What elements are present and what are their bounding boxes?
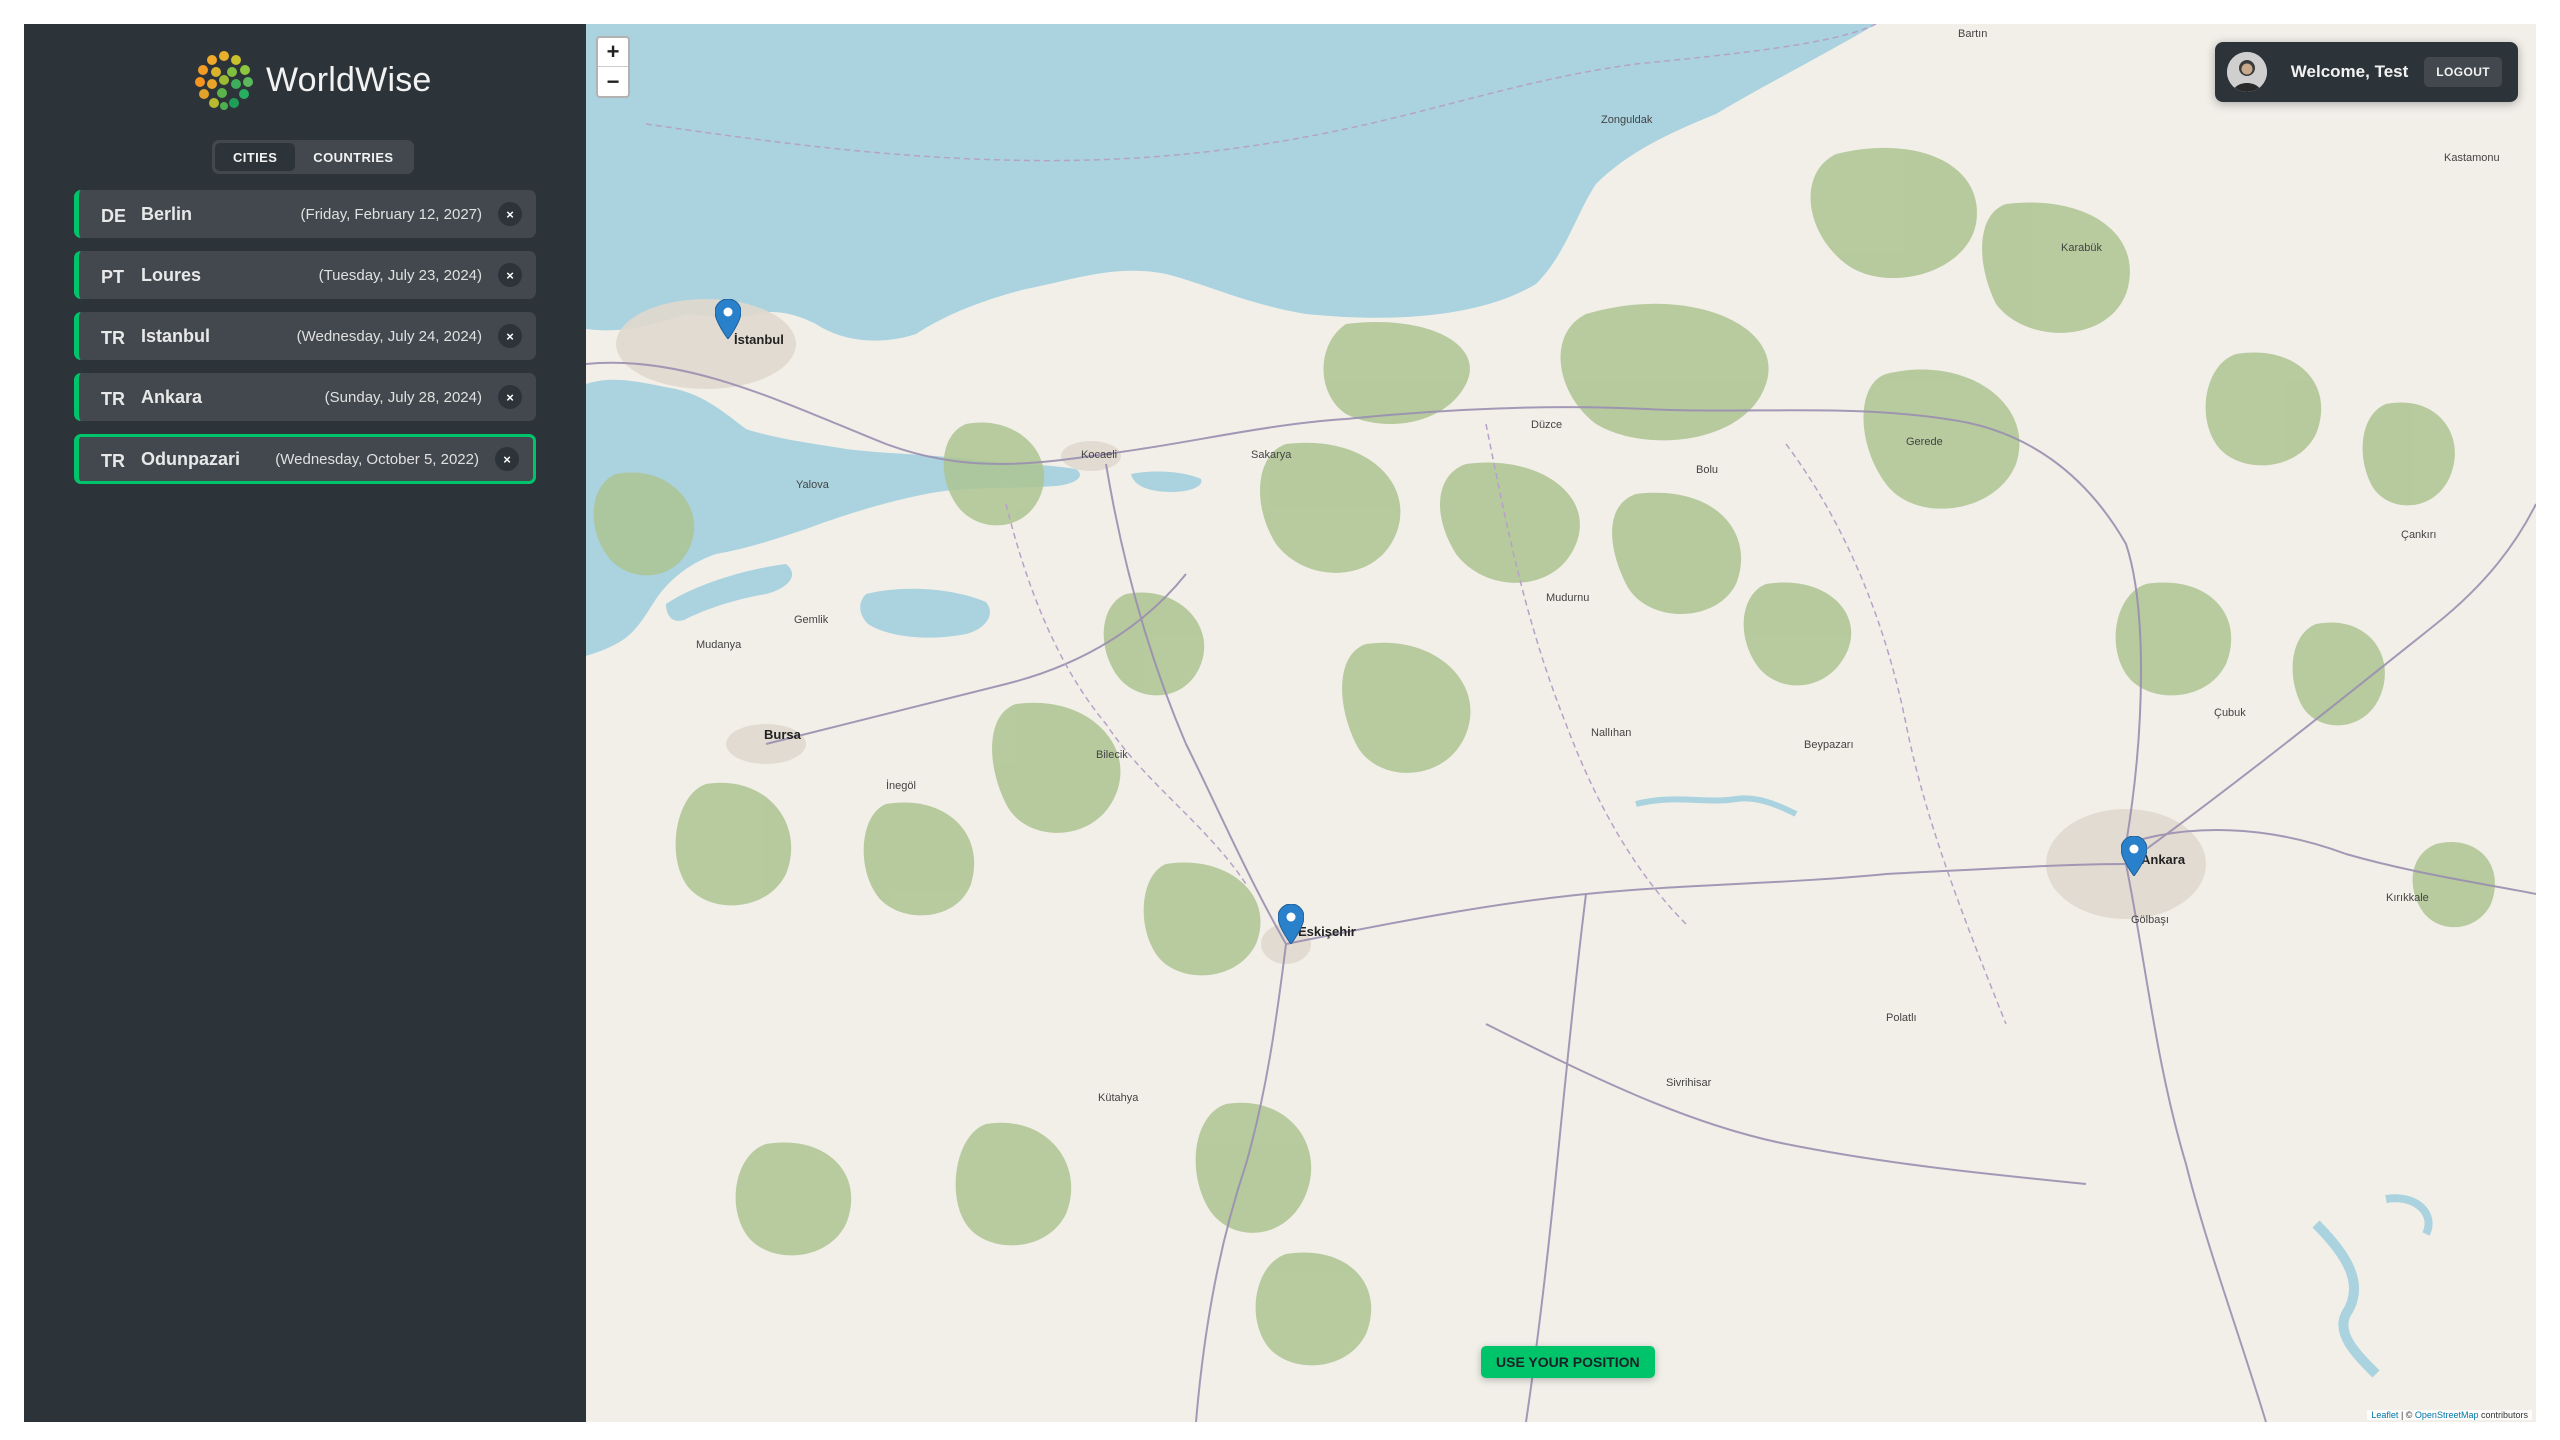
place-label: Gerede [1906, 436, 1943, 448]
zoom-control: + − [596, 36, 630, 98]
map-tiles[interactable] [586, 24, 2536, 1422]
place-label: Kastamonu [2444, 152, 2500, 164]
place-label: Yalova [796, 479, 829, 491]
city-item-odunpazari[interactable]: TR Odunpazari (Wednesday, October 5, 202… [74, 434, 536, 484]
map-pin-icon[interactable] [1278, 904, 1304, 944]
zoom-out-button[interactable]: − [598, 67, 628, 96]
delete-city-button[interactable]: × [498, 385, 522, 409]
city-item-istanbul[interactable]: TR Istanbul (Wednesday, July 24, 2024) × [74, 312, 536, 360]
logout-button[interactable]: LOGOUT [2424, 57, 2502, 87]
user-panel: Welcome, Test LOGOUT [2214, 42, 2518, 102]
tab-cities[interactable]: CITIES [215, 143, 296, 171]
place-label: Kırıkkale [2386, 892, 2429, 904]
visit-date: (Wednesday, July 24, 2024) [296, 327, 482, 345]
attribution-separator: | © [2398, 1410, 2415, 1420]
city-name: Istanbul [141, 325, 211, 346]
place-label: Sakarya [1251, 449, 1292, 461]
leaflet-link[interactable]: Leaflet [2371, 1410, 2398, 1420]
place-label: Mudurnu [1546, 592, 1590, 604]
attribution-tail: contributors [2478, 1410, 2528, 1420]
place-label: İstanbul [734, 332, 784, 347]
place-label: Bolu [1696, 464, 1719, 476]
place-label: Mudanya [696, 639, 742, 651]
country-code: TR [101, 327, 125, 348]
delete-city-button[interactable]: × [498, 263, 522, 287]
use-position-button[interactable]: USE YOUR POSITION [1481, 1346, 1655, 1378]
place-label: Karabük [2061, 242, 2102, 254]
place-label: Nallıhan [1591, 727, 1632, 739]
map-pin-icon[interactable] [715, 299, 741, 339]
zoom-in-button[interactable]: + [598, 38, 628, 67]
city-item-berlin[interactable]: DE Berlin (Friday, February 12, 2027) × [74, 190, 536, 238]
place-label: Çankırı [2401, 529, 2437, 541]
avatar-image [2226, 52, 2267, 92]
delete-city-button[interactable]: × [495, 447, 519, 471]
app-name: WorldWise [266, 60, 432, 99]
visit-date: (Tuesday, July 23, 2024) [318, 266, 482, 284]
visit-date: (Friday, February 12, 2027) [300, 205, 482, 223]
sidebar: WorldWise CITIES COUNTRIES DE Berlin (Fr… [24, 24, 586, 1422]
place-label: Bartın [1958, 28, 1988, 40]
city-name: Loures [141, 264, 202, 285]
place-label: Kocaeli [1081, 449, 1118, 461]
map-attribution: Leaflet | © OpenStreetMap contributors [2367, 1410, 2532, 1420]
place-label: Gemlik [794, 614, 829, 626]
delete-city-button[interactable]: × [498, 202, 522, 226]
map-container[interactable]: İstanbul Bursa Eskişehir Ankara Kocaeli … [586, 24, 2536, 1422]
delete-city-button[interactable]: × [498, 324, 522, 348]
place-label: Beypazarı [1804, 739, 1854, 751]
country-code: PT [101, 266, 125, 287]
user-avatar [2226, 52, 2267, 92]
city-item-ankara[interactable]: TR Ankara (Sunday, July 28, 2024) × [74, 373, 536, 421]
worldwise-logo-icon [195, 51, 253, 110]
app-layout: WorldWise CITIES COUNTRIES DE Berlin (Fr… [24, 24, 2536, 1422]
tab-countries[interactable]: COUNTRIES [295, 143, 411, 171]
place-label: Sivrihisar [1666, 1077, 1712, 1089]
visit-date: (Wednesday, October 5, 2022) [275, 450, 479, 468]
country-code: DE [101, 205, 127, 226]
city-name: Odunpazari [141, 448, 241, 469]
place-label: Çubuk [2214, 707, 2246, 719]
welcome-text: Welcome, Test [2290, 62, 2409, 81]
osm-link[interactable]: OpenStreetMap [2415, 1410, 2479, 1420]
city-list: DE Berlin (Friday, February 12, 2027) × … [74, 190, 536, 497]
place-label: Düzce [1531, 419, 1563, 431]
place-label: Bilecik [1096, 749, 1128, 761]
city-item-loures[interactable]: PT Loures (Tuesday, July 23, 2024) × [74, 251, 536, 299]
map-pin-icon[interactable] [2121, 836, 2147, 876]
logo[interactable]: WorldWise [194, 50, 432, 110]
place-label: Kütahya [1098, 1092, 1139, 1104]
city-name: Ankara [141, 386, 203, 407]
place-label: Gölbaşı [2131, 914, 2169, 926]
place-label: İnegöl [886, 780, 916, 792]
place-label: Bursa [764, 727, 801, 742]
view-tabs: CITIES COUNTRIES [212, 140, 415, 174]
place-label: Polatlı [1886, 1012, 1917, 1024]
city-name: Berlin [141, 203, 193, 224]
place-label: Zonguldak [1601, 114, 1653, 126]
place-label: Eskişehir [1298, 924, 1356, 939]
country-code: TR [101, 388, 125, 409]
country-code: TR [101, 450, 125, 471]
place-label: Ankara [2141, 852, 2186, 867]
visit-date: (Sunday, July 28, 2024) [324, 388, 482, 406]
